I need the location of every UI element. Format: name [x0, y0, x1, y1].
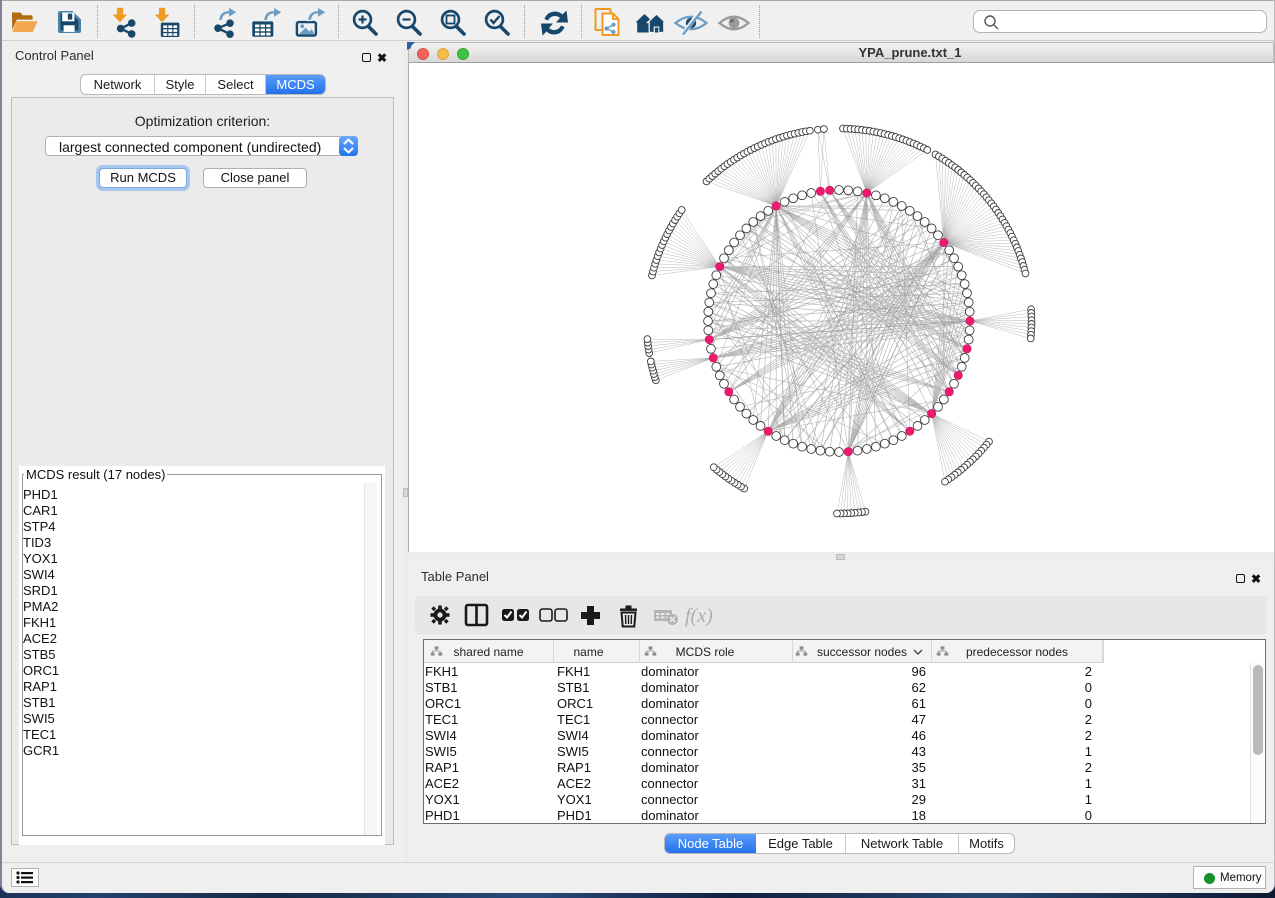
svg-text:f(x): f(x) [685, 605, 713, 627]
